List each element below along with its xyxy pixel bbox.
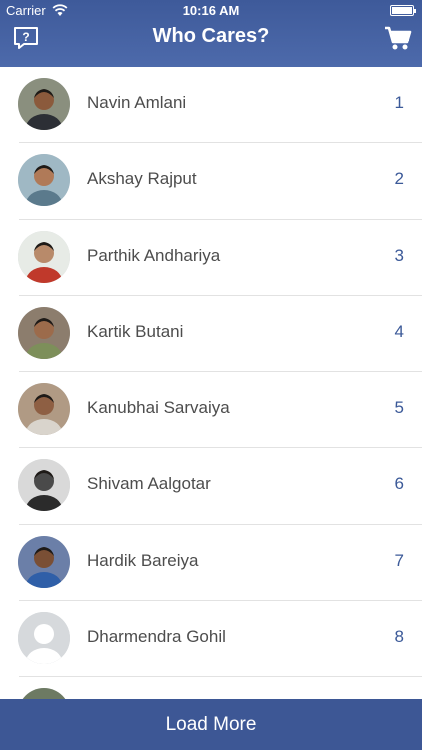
rank-number: 8 <box>394 627 404 647</box>
person-name: Shivam Aalgotar <box>87 474 211 494</box>
person-name: Parthik Andhariya <box>87 245 221 265</box>
page-title: Who Cares? <box>152 25 270 47</box>
list-item[interactable]: Dharmendra Gohil 8 <box>0 601 422 678</box>
person-name: Kanubhai Sarvaiya <box>87 398 230 418</box>
list-item[interactable]: Parthik Andhariya 3 <box>0 220 422 297</box>
rank-number: 6 <box>394 474 404 494</box>
avatar <box>18 230 70 283</box>
avatar <box>18 154 70 207</box>
status-time: 10:16 AM <box>182 3 240 18</box>
avatar <box>18 459 70 512</box>
rank-number: 2 <box>394 169 404 189</box>
status-bar: Carrier 10:16 AM <box>0 0 422 22</box>
leaderboard-list[interactable]: Navin Amlani 1 Akshay Rajput 2 Parthik Andha… <box>0 67 422 699</box>
list-item[interactable]: Navin Amlani 1 <box>0 67 422 144</box>
battery-icon <box>390 5 416 16</box>
avatar <box>18 535 70 588</box>
rank-number: 3 <box>394 245 404 265</box>
list-item[interactable]: Akshay Rajput 2 <box>0 143 422 220</box>
avatar <box>18 78 70 130</box>
cart-icon[interactable] <box>384 25 412 51</box>
rank-number: 1 <box>394 93 404 112</box>
list-item[interactable]: Kartik Butani 4 <box>0 296 422 373</box>
rank-number: 4 <box>394 321 404 341</box>
avatar <box>18 383 70 436</box>
navigation-bar: Carrier 10:16 AM ? Who Cares? <box>0 0 422 67</box>
load-more-button[interactable]: Load More <box>0 699 422 750</box>
list-item[interactable]: Hardik Bareiya 7 <box>0 525 422 602</box>
person-name: Hardik Bareiya <box>87 550 199 570</box>
person-name: Akshay Rajput <box>87 169 197 189</box>
rank-number: 7 <box>394 550 404 570</box>
person-name: Kartik Butani <box>87 321 184 341</box>
list-item[interactable]: Shivam Aalgotar 6 <box>0 448 422 526</box>
person-name: Dharmendra Gohil <box>87 627 226 647</box>
rank-number: 5 <box>394 398 404 418</box>
avatar <box>18 688 70 699</box>
list-item[interactable] <box>0 677 422 699</box>
avatar <box>18 612 70 665</box>
person-name: Navin Amlani <box>87 93 187 112</box>
avatar <box>18 306 70 359</box>
list-item[interactable]: Kanubhai Sarvaiya 5 <box>0 372 422 449</box>
